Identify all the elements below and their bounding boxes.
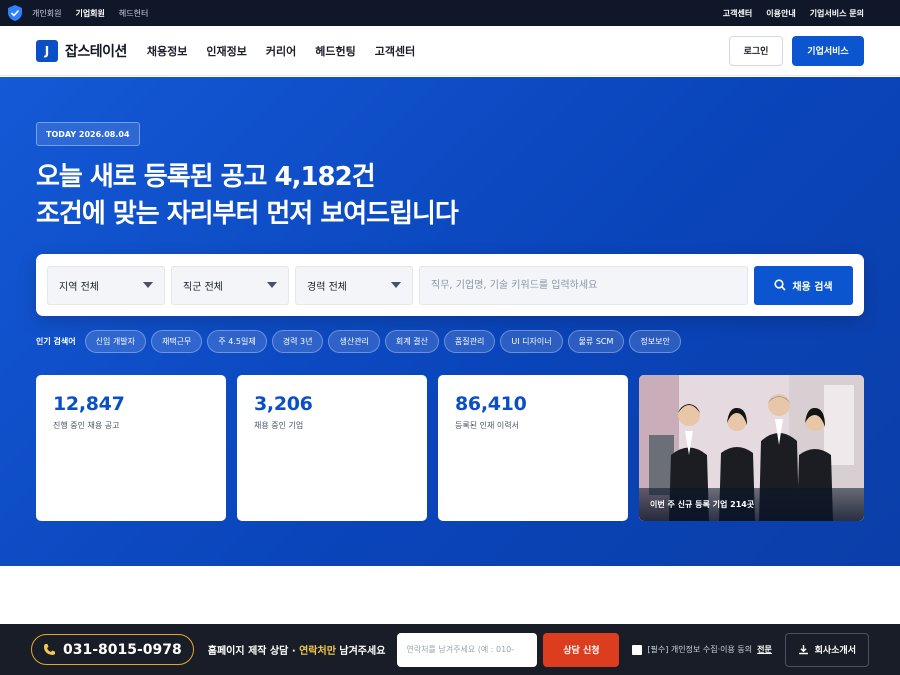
util-right-links: 고객센터 이용안내 기업서비스 문의 xyxy=(723,8,864,19)
stat-label: 등록된 인재 이력서 xyxy=(455,421,519,430)
login-button[interactable]: 로그인 xyxy=(729,35,783,66)
keyword-chip[interactable]: 경력 3년 xyxy=(271,330,324,353)
popular-keywords-label: 인기 검색어 xyxy=(36,337,76,346)
stat-card-jobs[interactable]: 12,847 진행 중인 채용 공고 xyxy=(36,375,226,521)
util-link-headhunter[interactable]: 헤드헌터 xyxy=(119,8,148,19)
download-icon xyxy=(798,645,808,655)
career-select[interactable]: 경력 전체 xyxy=(295,265,413,305)
keyword-chip[interactable]: 품질관리 xyxy=(443,330,496,353)
stat-card-companies[interactable]: 3,206 채용 중인 기업 xyxy=(237,375,427,521)
company-intro-label: 회사소개서 xyxy=(814,646,856,656)
keyword-chip[interactable]: 정보보안 xyxy=(629,330,681,353)
site-header: J 잡스테이션 채용정보 인재정보 커리어 헤드헌팅 고객센터 로그인 기업서비… xyxy=(0,26,900,76)
region-select-value: 지역 전체 xyxy=(59,281,99,293)
util-link-biz-inquiry[interactable]: 기업서비스 문의 xyxy=(810,8,864,19)
headline-line-1: 오늘 새로 등록된 공고 4,182건 xyxy=(36,162,376,192)
consult-prefix: 홈페이지 제작 상담 · xyxy=(207,646,300,657)
consult-bar: 031-8015-0978 홈페이지 제작 상담 · 연락처만 남겨주세요 상담… xyxy=(0,624,900,675)
util-link-personal[interactable]: 개인회원 xyxy=(32,8,61,19)
stat-value: 86,410 xyxy=(455,393,527,415)
job-select[interactable]: 직군 전체 xyxy=(171,265,289,305)
keyword-chip[interactable]: 회계 결산 xyxy=(384,330,439,353)
chevron-down-icon xyxy=(267,282,277,288)
privacy-checkbox[interactable] xyxy=(632,644,643,655)
stat-label: 채용 중인 기업 xyxy=(254,421,304,430)
logo-mark[interactable]: J xyxy=(36,39,58,62)
utility-bar: 개인회원 기업회원 헤드헌터 고객센터 이용안내 기업서비스 문의 xyxy=(0,0,900,26)
logo-text[interactable]: 잡스테이션 xyxy=(65,41,127,61)
search-button-label: 채용 검색 xyxy=(792,281,833,293)
team-photo-card[interactable]: 이번 주 신규 등록 기업 214곳 xyxy=(639,375,864,521)
keyword-chip[interactable]: 주 4.5일제 xyxy=(207,330,267,353)
keyword-chip[interactable]: 물류 SCM xyxy=(567,330,625,353)
phone-icon xyxy=(44,644,55,655)
hero-headline: 오늘 새로 등록된 공고 4,182건 조건에 맞는 자리부터 먼저 보여드립니… xyxy=(36,159,459,233)
consult-highlight: 연락처만 xyxy=(299,646,336,657)
chevron-down-icon xyxy=(143,282,153,288)
keyword-chip[interactable]: UI 디자이너 xyxy=(500,330,563,353)
region-select[interactable]: 지역 전체 xyxy=(47,265,165,305)
search-icon xyxy=(774,279,786,291)
privacy-agree-text: [필수] 개인정보 수집·이용 동의 xyxy=(647,645,753,654)
contact-input[interactable] xyxy=(397,632,538,667)
phone-button[interactable]: 031-8015-0978 xyxy=(31,634,194,665)
shield-check-icon xyxy=(8,5,22,21)
hero-section: TODAY 2026.08.04 오늘 새로 등록된 공고 4,182건 조건에… xyxy=(0,77,900,566)
privacy-full-text-link[interactable]: 전문 xyxy=(757,644,772,655)
today-badge: TODAY 2026.08.04 xyxy=(36,122,140,146)
consult-text: 홈페이지 제작 상담 · 연락처만 남겨주세요 xyxy=(208,642,386,657)
util-link-support[interactable]: 고객센터 xyxy=(723,8,752,19)
util-link-guide[interactable]: 이용안내 xyxy=(766,8,795,19)
chevron-down-icon xyxy=(391,282,401,288)
header-actions: 로그인 기업서비스 xyxy=(729,35,864,66)
keyword-search-input[interactable] xyxy=(419,265,748,305)
main-nav: 채용정보 인재정보 커리어 헤드헌팅 고객센터 xyxy=(147,43,415,59)
stat-value: 3,206 xyxy=(254,393,313,415)
consult-suffix: 남겨주세요 xyxy=(335,646,386,657)
headline-line-2: 조건에 맞는 자리부터 먼저 보여드립니다 xyxy=(36,199,459,229)
stat-label: 진행 중인 채용 공고 xyxy=(53,421,120,430)
popular-keywords: 인기 검색어 신입 개발자 재택근무 주 4.5일제 경력 3년 생산관리 회계… xyxy=(36,330,681,353)
nav-item-support[interactable]: 고객센터 xyxy=(375,43,415,59)
photo-caption: 이번 주 신규 등록 기업 214곳 xyxy=(639,488,864,521)
util-link-corporate[interactable]: 기업회원 xyxy=(75,8,104,19)
nav-item-talent[interactable]: 인재정보 xyxy=(206,43,246,59)
nav-item-jobs[interactable]: 채용정보 xyxy=(147,43,187,59)
phone-number: 031-8015-0978 xyxy=(63,641,182,658)
keyword-chip[interactable]: 신입 개발자 xyxy=(84,330,146,353)
company-intro-button[interactable]: 회사소개서 xyxy=(784,632,869,667)
keyword-chip[interactable]: 재택근무 xyxy=(150,330,203,353)
career-select-value: 경력 전체 xyxy=(307,281,347,293)
stat-value: 12,847 xyxy=(53,393,125,415)
search-button[interactable]: 채용 검색 xyxy=(754,265,853,305)
stat-card-resumes[interactable]: 86,410 등록된 인재 이력서 xyxy=(438,375,628,521)
search-box: 지역 전체 직군 전체 경력 전체 채용 검색 xyxy=(36,254,864,316)
biz-service-button[interactable]: 기업서비스 xyxy=(792,35,864,66)
privacy-agree: [필수] 개인정보 수집·이용 동의 전문 xyxy=(632,644,772,655)
nav-item-headhunting[interactable]: 헤드헌팅 xyxy=(315,43,355,59)
keyword-chip[interactable]: 생산관리 xyxy=(328,330,380,353)
apply-consult-button[interactable]: 상담 신청 xyxy=(543,632,620,667)
job-select-value: 직군 전체 xyxy=(183,281,223,293)
member-type-links: 개인회원 기업회원 헤드헌터 xyxy=(32,8,162,19)
nav-item-career[interactable]: 커리어 xyxy=(266,43,296,59)
